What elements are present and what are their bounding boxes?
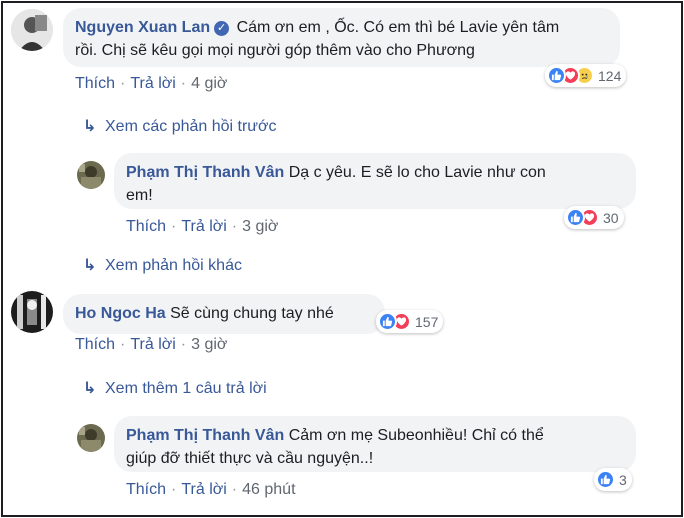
reply-link[interactable]: Trả lời	[130, 75, 175, 92]
reaction-count: 157	[415, 313, 439, 330]
comment-bubble: Ho Ngoc Ha Sẽ cùng chung tay nhé	[63, 294, 385, 334]
timestamp[interactable]: 4 giờ	[191, 75, 227, 92]
like-icon	[378, 312, 397, 331]
verified-badge-icon: ✓	[214, 21, 230, 36]
avatar[interactable]	[11, 9, 53, 51]
reaction-summary[interactable]: 124	[545, 64, 627, 87]
comment-author[interactable]: Phạm Thị Thanh Vân	[126, 164, 284, 181]
timestamp[interactable]: 3 giờ	[242, 218, 278, 235]
like-link[interactable]: Thích	[75, 75, 115, 92]
reply-link[interactable]: Trả lời	[181, 218, 226, 235]
comment-text: giúp đỡ thiết thực và cầu nguyện..!	[126, 450, 374, 467]
comment-bubble: Nguyen Xuan Lan ✓ Cám ơn em , Ốc. Có em t…	[63, 8, 620, 67]
reaction-summary[interactable]: 30	[564, 206, 624, 229]
reaction-count: 30	[603, 209, 619, 226]
like-link[interactable]: Thích	[126, 481, 166, 498]
comment-bubble: Phạm Thị Thanh Vân Dạ c yêu. E sẽ lo cho…	[114, 153, 636, 209]
previous-replies-link[interactable]: ↳ Xem các phản hồi trước	[83, 116, 277, 136]
comment-text: Dạ c yêu. E sẽ lo cho Lavie như con	[288, 164, 546, 181]
like-link[interactable]: Thích	[126, 218, 166, 235]
like-link[interactable]: Thích	[75, 336, 115, 353]
comment-text: Sẽ cùng chung tay nhé	[170, 305, 334, 322]
like-icon	[547, 66, 566, 85]
comment-actions: Thích · Trả lời · 3 giờ	[126, 218, 279, 235]
reaction-summary[interactable]: 3	[594, 468, 632, 491]
comment-text: rồi. Chị sẽ kêu gọi mọi người góp thêm v…	[75, 42, 475, 59]
comment-author[interactable]: Ho Ngoc Ha	[75, 305, 166, 322]
screenshot-frame: Nguyen Xuan Lan ✓ Cám ơn em , Ốc. Có em t…	[1, 1, 683, 517]
other-replies-link[interactable]: ↳ Xem phản hồi khác	[83, 255, 242, 275]
avatar[interactable]	[77, 161, 105, 189]
reaction-summary[interactable]: 157	[376, 310, 444, 333]
reply-arrow-icon: ↳	[83, 118, 97, 135]
reaction-count: 3	[619, 471, 627, 488]
comment-text: Cảm ơn mẹ Subeonhiều! Chỉ có thể	[288, 427, 544, 444]
reply-link[interactable]: Trả lời	[130, 336, 175, 353]
like-icon	[596, 470, 615, 489]
comment-text: Cám ơn em , Ốc. Có em thì bé Lavie yên t…	[236, 19, 560, 36]
reply-link[interactable]: Trả lời	[181, 481, 226, 498]
comment-author[interactable]: Phạm Thị Thanh Vân	[126, 427, 284, 444]
reply-arrow-icon: ↳	[83, 257, 97, 274]
comment-actions: Thích · Trả lời · 3 giờ	[75, 336, 228, 353]
avatar[interactable]	[11, 291, 53, 333]
timestamp[interactable]: 46 phút	[242, 481, 295, 498]
comment-actions: Thích · Trả lời · 4 giờ	[75, 75, 228, 92]
like-icon	[566, 208, 585, 227]
comment-bubble: Phạm Thị Thanh Vân Cảm ơn mẹ Subeonhiều!…	[114, 416, 636, 472]
avatar[interactable]	[77, 424, 105, 452]
timestamp[interactable]: 3 giờ	[191, 336, 227, 353]
reply-arrow-icon: ↳	[83, 380, 97, 397]
reaction-count: 124	[598, 67, 622, 84]
one-more-reply-link[interactable]: ↳ Xem thêm 1 câu trả lời	[83, 378, 267, 398]
comment-author[interactable]: Nguyen Xuan Lan	[75, 19, 210, 36]
comment-text: em!	[126, 187, 153, 204]
comment-actions: Thích · Trả lời · 46 phút	[126, 481, 296, 498]
